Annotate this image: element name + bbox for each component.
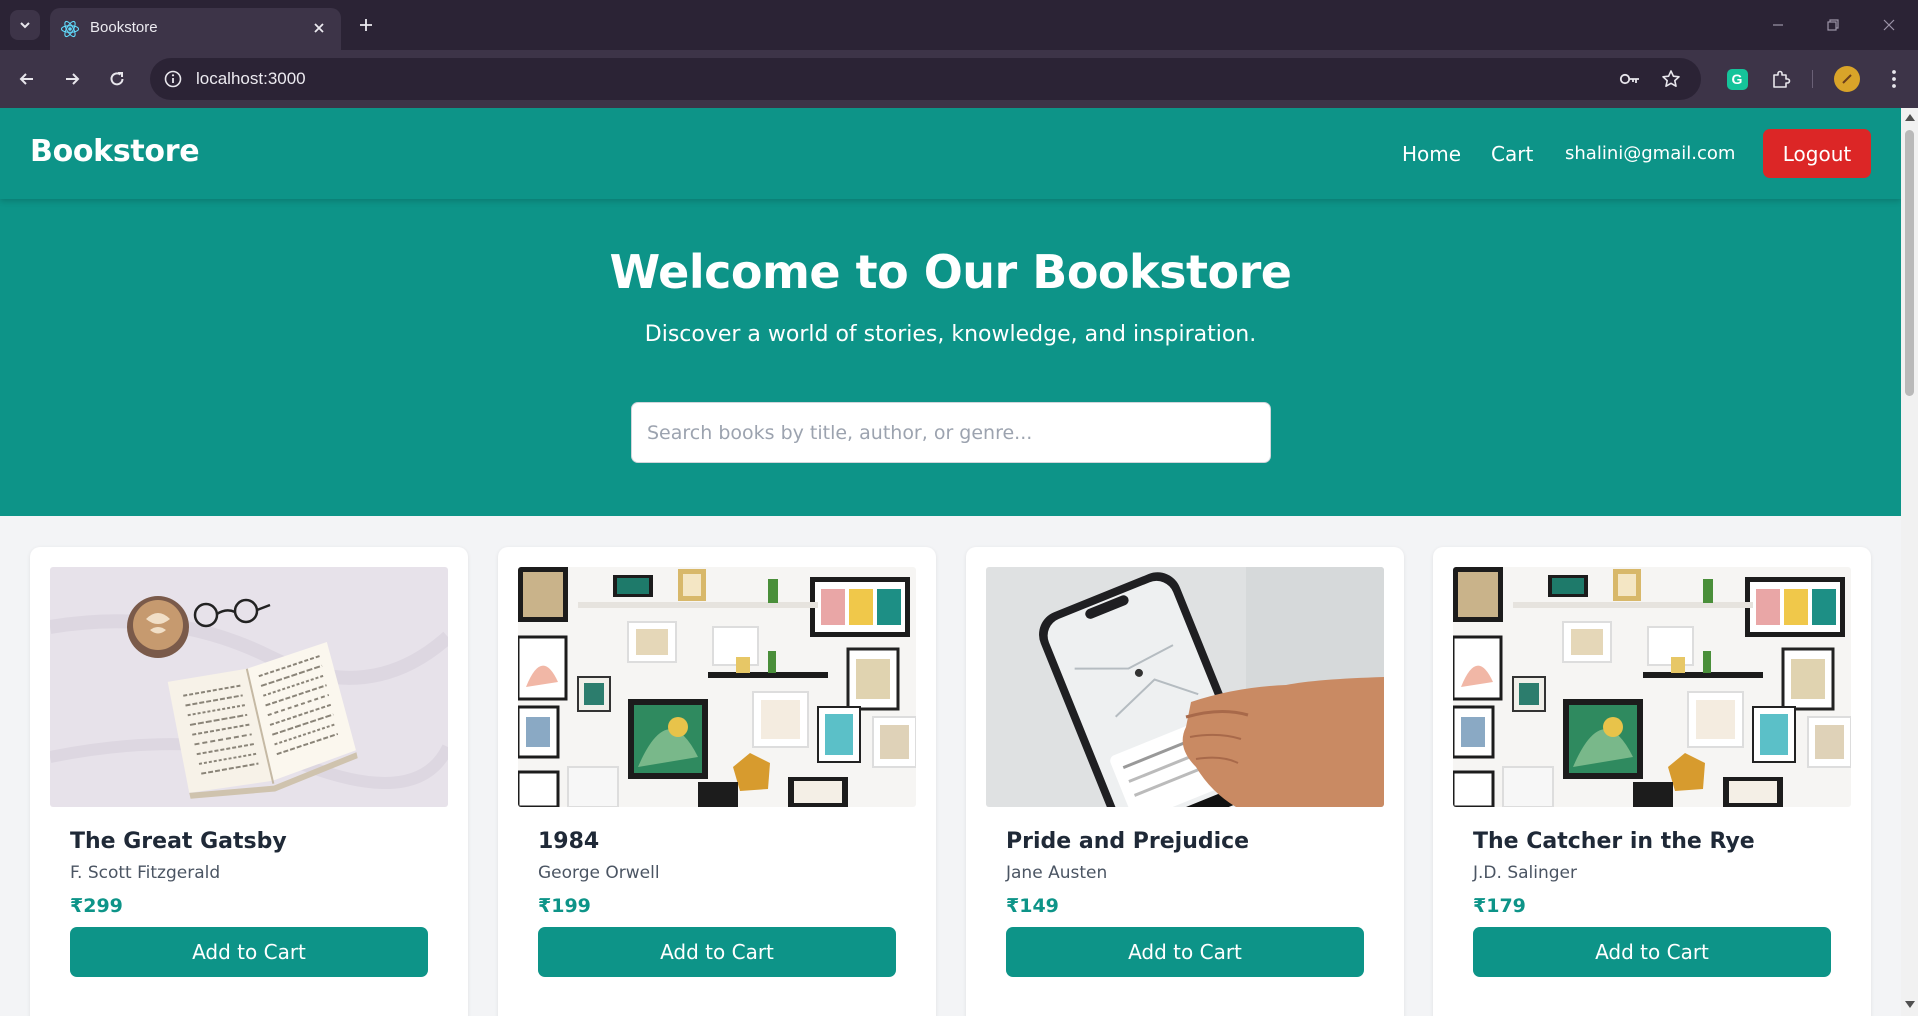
restore-icon <box>1827 19 1839 31</box>
close-icon <box>1883 19 1895 31</box>
browser-tabstrip: Bookstore <box>0 0 1918 50</box>
arrow-left-icon <box>19 73 33 85</box>
book-grid: The Great Gatsby F. Scott Fitzgerald ₹29… <box>30 547 1871 1016</box>
scroll-down-arrow-icon[interactable] <box>1905 1001 1915 1008</box>
scroll-up-arrow-icon[interactable] <box>1905 114 1915 121</box>
profile-icon <box>1842 74 1852 84</box>
page-scrollbar[interactable] <box>1901 108 1918 1016</box>
grammarly-extension-button[interactable]: G <box>1723 65 1751 93</box>
password-key-button[interactable] <box>1619 68 1641 90</box>
add-to-cart-button[interactable]: Add to Cart <box>1006 927 1364 977</box>
add-to-cart-button[interactable]: Add to Cart <box>1473 927 1831 977</box>
coffee-book-glasses-image <box>50 567 448 807</box>
tab-search-button[interactable] <box>10 10 40 40</box>
info-icon[interactable] <box>163 69 183 89</box>
back-button[interactable] <box>13 65 41 93</box>
new-tab-button[interactable] <box>355 14 377 36</box>
book-card: The Catcher in the Rye J.D. Salinger ₹17… <box>1433 547 1871 1016</box>
more-vertical-icon <box>1892 70 1896 88</box>
hero-title: Welcome to Our Bookstore <box>609 245 1292 299</box>
hero-section: Welcome to Our Bookstore Discover a worl… <box>0 199 1901 516</box>
key-icon <box>1619 73 1639 85</box>
gallery-wall-image <box>518 567 916 807</box>
window-close-button[interactable] <box>1878 14 1900 36</box>
tab-title: Bookstore <box>90 19 158 36</box>
book-author: J.D. Salinger <box>1473 863 1577 883</box>
book-author: George Orwell <box>538 863 660 883</box>
minimize-icon <box>1773 24 1783 26</box>
book-price: ₹179 <box>1473 895 1526 917</box>
close-icon <box>314 23 324 33</box>
book-price: ₹199 <box>538 895 591 917</box>
reload-icon <box>110 72 124 86</box>
extensions-button[interactable] <box>1767 65 1795 93</box>
chevron-down-icon <box>20 22 30 29</box>
reload-button[interactable] <box>103 65 131 93</box>
book-title: The Great Gatsby <box>70 829 287 854</box>
page-viewport: Bookstore Home Cart shalini@gmail.com Lo… <box>0 108 1901 1016</box>
book-card: The Great Gatsby F. Scott Fitzgerald ₹29… <box>30 547 468 1016</box>
book-cover-image <box>50 567 448 807</box>
user-email: shalini@gmail.com <box>1565 143 1736 164</box>
plus-icon <box>360 19 372 31</box>
book-cover-image <box>518 567 916 807</box>
star-icon <box>1662 70 1680 87</box>
toolbar-separator <box>1812 70 1813 88</box>
address-bar[interactable]: localhost:3000 <box>150 58 1701 100</box>
search-input[interactable] <box>631 402 1271 463</box>
bookmark-button[interactable] <box>1660 68 1682 90</box>
logout-button[interactable]: Logout <box>1763 129 1871 178</box>
avatar <box>1834 66 1860 92</box>
nav-link-home[interactable]: Home <box>1402 142 1461 166</box>
restore-button[interactable] <box>1822 14 1844 36</box>
book-author: Jane Austen <box>1006 863 1108 883</box>
browser-menu-button[interactable] <box>1880 65 1908 93</box>
nav-link-cart[interactable]: Cart <box>1491 142 1533 166</box>
browser-toolbar: localhost:3000 G <box>0 50 1918 108</box>
hand-holding-phone-image <box>986 567 1384 807</box>
book-price: ₹299 <box>70 895 123 917</box>
book-cover-image <box>986 567 1384 807</box>
grammarly-icon: G <box>1726 68 1748 90</box>
forward-button[interactable] <box>58 65 86 93</box>
scrollbar-thumb[interactable] <box>1905 130 1914 396</box>
url-text[interactable]: localhost:3000 <box>196 69 306 89</box>
minimize-button[interactable] <box>1767 14 1789 36</box>
tab-close-button[interactable] <box>309 18 329 38</box>
book-title: The Catcher in the Rye <box>1473 829 1755 854</box>
book-card: 1984 George Orwell ₹199 Add to Cart <box>498 547 936 1016</box>
gallery-wall-image <box>1453 567 1851 807</box>
add-to-cart-button[interactable]: Add to Cart <box>70 927 428 977</box>
add-to-cart-button[interactable]: Add to Cart <box>538 927 896 977</box>
book-cover-image <box>1453 567 1851 807</box>
book-title: Pride and Prejudice <box>1006 829 1250 854</box>
profile-button[interactable] <box>1833 65 1861 93</box>
site-navbar: Bookstore Home Cart shalini@gmail.com Lo… <box>0 108 1901 199</box>
browser-tab[interactable]: Bookstore <box>50 8 341 50</box>
book-price: ₹149 <box>1006 895 1059 917</box>
book-title: 1984 <box>538 829 600 854</box>
book-card: Pride and Prejudice Jane Austen ₹149 Add… <box>966 547 1404 1016</box>
puzzle-icon <box>1773 70 1791 88</box>
site-brand[interactable]: Bookstore <box>30 134 200 169</box>
hero-subtitle: Discover a world of stories, knowledge, … <box>644 322 1257 347</box>
book-author: F. Scott Fitzgerald <box>70 863 221 883</box>
arrow-right-icon <box>66 73 80 85</box>
react-icon <box>60 20 80 38</box>
